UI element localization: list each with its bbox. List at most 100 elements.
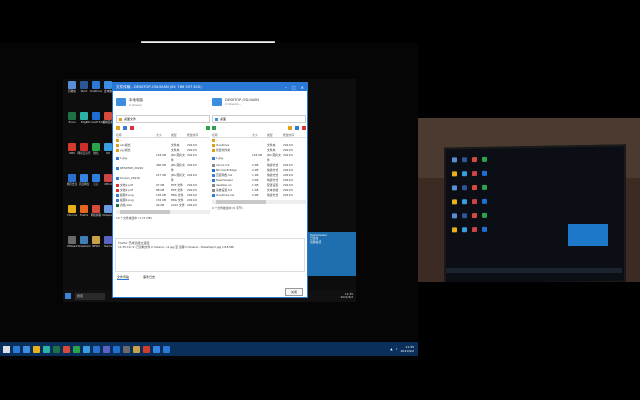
camera-desktop-icon: [452, 185, 457, 191]
refresh-icon[interactable]: [123, 126, 127, 130]
file-name: OneDrive.lnk: [212, 193, 252, 198]
app-icon: [104, 236, 112, 244]
dialog-titlebar: 文件传输 - DESKTOP-OSL9A0N (ID: 766 557 810)…: [113, 83, 307, 91]
file-name-text: OneDrive.lnk: [216, 193, 235, 197]
minimize-icon[interactable]: –: [285, 85, 287, 90]
desktop-icon-label: XMind: [103, 183, 113, 186]
delete-icon[interactable]: [130, 126, 134, 130]
app-icon: [80, 143, 88, 151]
taskbar-app-icon[interactable]: [63, 345, 70, 353]
maximize-icon[interactable]: □: [292, 85, 296, 90]
taskbar-app-icon[interactable]: [143, 345, 150, 353]
file-icon: [212, 169, 215, 172]
camera-monitor-screen: [444, 144, 626, 282]
file-row[interactable]: OneDrive.lnk 2 KB 快捷方式 2021/9: [212, 193, 306, 198]
tab-file-transfer[interactable]: 文件传输: [117, 275, 130, 280]
remote-scrollbar[interactable]: [212, 200, 306, 204]
app-icon: [80, 112, 88, 120]
camera-desktop-icon: [482, 198, 487, 204]
desktop-icon-label: 腾讯会议: [66, 183, 78, 186]
folder-up-icon[interactable]: [288, 126, 292, 130]
desktop-icon-label: Chrome: [66, 214, 78, 217]
file-icon: [212, 149, 215, 152]
tab-event-log[interactable]: 事件日志: [143, 275, 155, 280]
desktop-icon-label: Word: [80, 90, 88, 93]
desktop-icon-label: Firefox: [79, 214, 89, 217]
camera-desktop-icon: [472, 185, 477, 191]
camera-desktop-icon: [472, 199, 477, 205]
desktop-icon-label: QQ: [105, 152, 111, 155]
file-icon: [116, 204, 119, 207]
close-button[interactable]: 关闭: [285, 288, 303, 296]
volume-icon[interactable]: ♪: [396, 347, 398, 351]
remote-search-box[interactable]: 搜索: [75, 292, 105, 300]
local-scrollbar[interactable]: [116, 210, 210, 214]
remote-start-icon[interactable]: [65, 293, 71, 299]
desktop-icon-label: Excel: [68, 121, 76, 124]
camera-desktop-icon: [462, 171, 467, 177]
file-name-text: Screen_20210: [120, 175, 140, 180]
taskbar-app-icon[interactable]: [13, 345, 20, 353]
receive-icon[interactable]: [212, 126, 216, 130]
file-row[interactable]: Screen_20210 217 KB JPG 图片文件 2021/9: [116, 173, 210, 183]
camera-desktop-icon: [462, 213, 467, 219]
taskbar-app-icon[interactable]: [113, 345, 120, 353]
taskbar-app-icon[interactable]: [73, 345, 80, 353]
camera-notification: [568, 224, 608, 246]
camera-desktop-icon: [472, 227, 477, 233]
app-icon: [68, 236, 76, 244]
file-type: JPG 图片文件: [171, 173, 185, 182]
file-name: 表格.xlsx: [116, 203, 156, 208]
taskbar-app-icon[interactable]: [103, 345, 110, 353]
remote-pane-subtitle: C:\Users\...: [225, 102, 242, 106]
monitor-icon: [212, 98, 222, 106]
file-row[interactable]: 表格.xlsx 44 KB XLSX 文件 2021/9: [116, 203, 210, 208]
app-icon: [80, 81, 88, 89]
send-icon[interactable]: [206, 126, 210, 130]
file-name: 1.jpg: [212, 153, 252, 163]
network-icon[interactable]: ▲: [390, 347, 392, 351]
file-icon: [116, 199, 119, 202]
app-icon: [104, 112, 112, 120]
taskbar-app-icon[interactable]: [133, 345, 140, 353]
file-row[interactable]: DESKTOP_20210 460 KB JPG 图片文件 2021/9: [116, 163, 210, 173]
scroll-thumb[interactable]: [216, 200, 266, 204]
computer-icon: [116, 98, 126, 106]
remote-path-field[interactable]: 桌面: [212, 115, 306, 123]
local-pane-tools: [116, 126, 210, 130]
local-clock[interactable]: 11:35 2021/9/2: [401, 345, 414, 353]
desktop-icon-label: VMware: [66, 245, 78, 248]
desktop-icon-label: 微信: [93, 152, 99, 155]
start-icon[interactable]: [3, 345, 10, 353]
folder-up-icon[interactable]: [116, 126, 120, 130]
file-name: 1.jpg: [116, 153, 156, 163]
taskbar-app-icon[interactable]: [83, 345, 90, 353]
app-icon: [80, 174, 88, 182]
taskbar-app-icon[interactable]: [33, 345, 40, 353]
delete-icon[interactable]: [302, 126, 306, 130]
file-size: 460 KB: [156, 163, 166, 167]
file-date: 2021/9: [187, 163, 197, 167]
taskbar-app-icon[interactable]: [53, 345, 60, 353]
desktop-icon-label: 回收站: [68, 90, 76, 93]
refresh-icon[interactable]: [295, 126, 299, 130]
file-row[interactable]: 1.jpg 118 KB JPG 图片文件 2021/9: [212, 153, 306, 163]
remote-clock: 11:35 2021/9/2: [340, 291, 353, 299]
close-icon[interactable]: ✕: [301, 85, 304, 90]
taskbar-app-icon[interactable]: [163, 345, 170, 353]
local-status: 10 个文件被选中 (1.72 MB): [116, 216, 152, 220]
camera-monitor-taskbar: [446, 268, 622, 273]
scroll-thumb[interactable]: [120, 210, 170, 214]
local-pane-subtitle: C:\Users: [129, 102, 142, 107]
file-row[interactable]: 1.jpg 118 KB JPG 图片文件 2021/9: [116, 153, 210, 163]
local-pane-title: 本地电脑: [129, 97, 143, 102]
taskbar-app-icon[interactable]: [23, 345, 30, 353]
taskbar-app-icon[interactable]: [93, 345, 100, 353]
taskbar-app-icon[interactable]: [43, 345, 50, 353]
camera-desktop-icon: [482, 156, 487, 162]
local-pane-header: 本地电脑 C:\Users: [116, 95, 210, 109]
notification-line: 远程会话: [310, 239, 322, 244]
local-path-field[interactable]: 桌面文件: [116, 115, 210, 123]
taskbar-app-icon[interactable]: [153, 345, 160, 353]
taskbar-app-icon[interactable]: [123, 345, 130, 353]
